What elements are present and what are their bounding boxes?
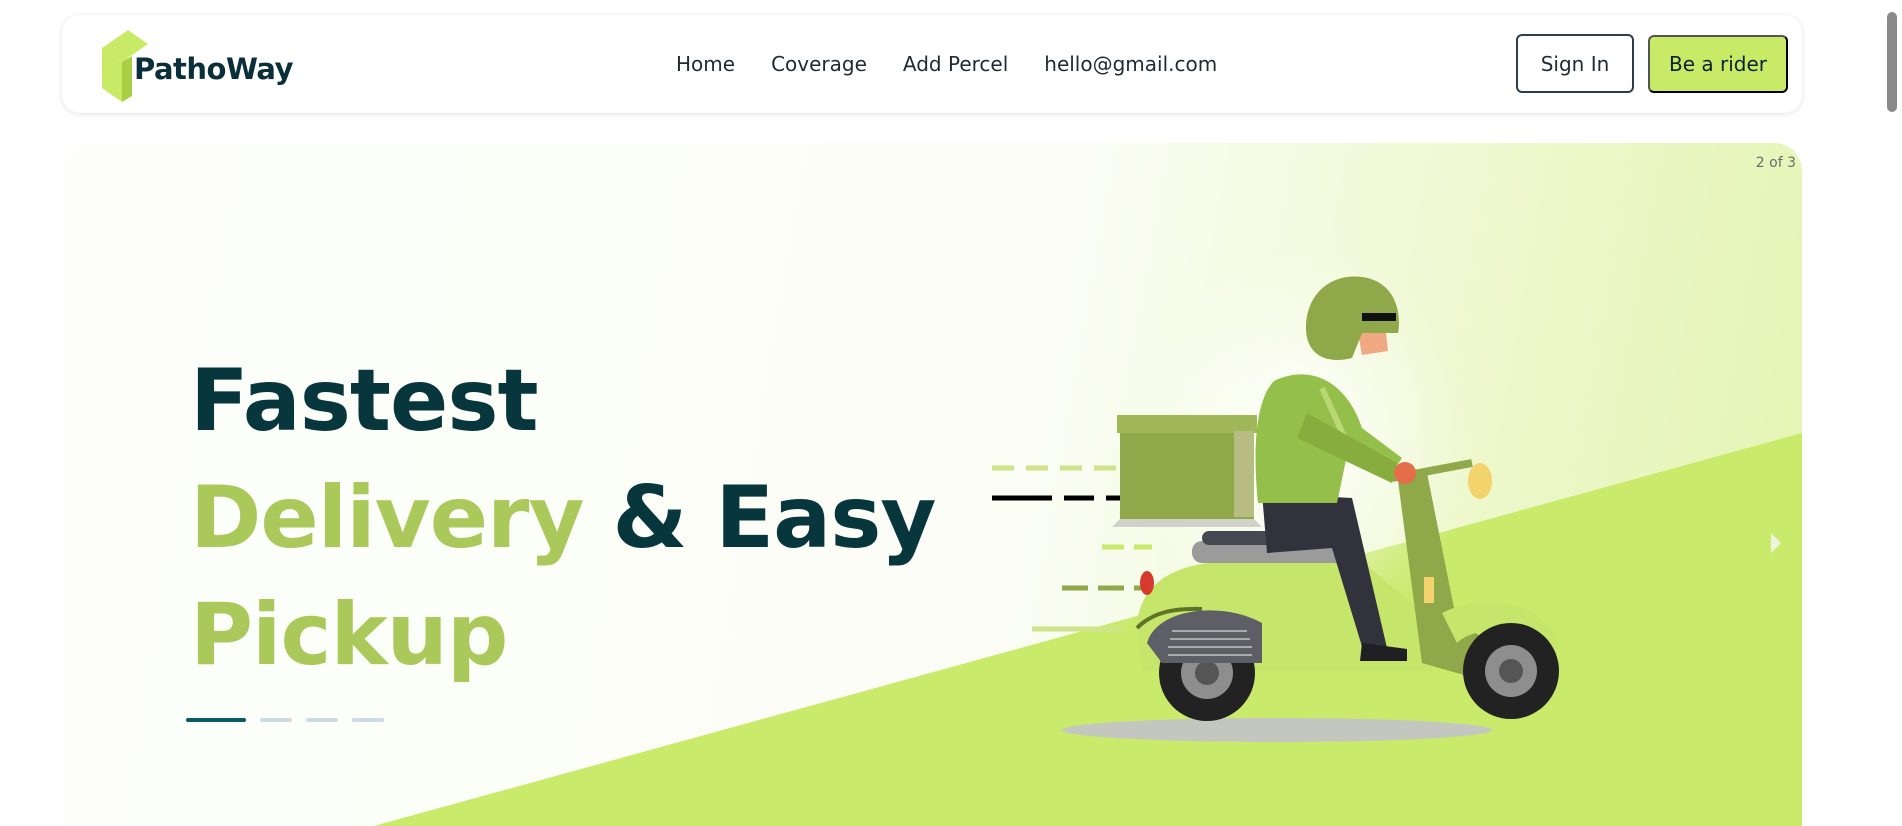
nav-link-email[interactable]: hello@gmail.com [1044, 52, 1217, 76]
logo-icon [98, 26, 158, 102]
next-slide-arrow-icon[interactable] [1769, 531, 1783, 559]
slide-indicator-1[interactable] [186, 718, 246, 722]
sign-in-button[interactable]: Sign In [1516, 34, 1634, 93]
nav-link-coverage[interactable]: Coverage [771, 52, 867, 76]
hero-headline: Fastest Delivery & Easy Pickup [190, 343, 936, 694]
slide-counter: 2 of 3 [1755, 155, 1796, 171]
nav-link-add-parcel[interactable]: Add Percel [903, 52, 1008, 76]
page: PathoWay Home Coverage Add Percel hello@… [0, 0, 1902, 826]
slide-indicator-3[interactable] [306, 718, 338, 722]
headline-line-1: Fastest [190, 351, 539, 451]
headline-word-delivery: Delivery [190, 468, 585, 568]
slide-indicators [186, 718, 384, 722]
be-a-rider-button[interactable]: Be a rider [1648, 35, 1788, 93]
headline-word-easy: & Easy [612, 468, 936, 568]
headline-line-3: Pickup [190, 585, 508, 685]
nav-link-home[interactable]: Home [676, 52, 735, 76]
nav-links: Home Coverage Add Percel hello@gmail.com [676, 15, 1217, 113]
parcel-box-icon [1112, 415, 1262, 527]
hero-carousel: 2 of 3 Fastest Delivery & Easy Pickup [62, 143, 1802, 826]
headline-line-2: Delivery & Easy [190, 460, 936, 577]
slide-indicator-2[interactable] [260, 718, 292, 722]
top-navbar: PathoWay Home Coverage Add Percel hello@… [62, 15, 1802, 113]
page-scrollbar[interactable] [1882, 0, 1902, 826]
scrollbar-thumb[interactable] [1887, 12, 1897, 112]
slide-indicator-4[interactable] [352, 718, 384, 722]
brand-logo[interactable]: PathoWay [98, 21, 294, 107]
